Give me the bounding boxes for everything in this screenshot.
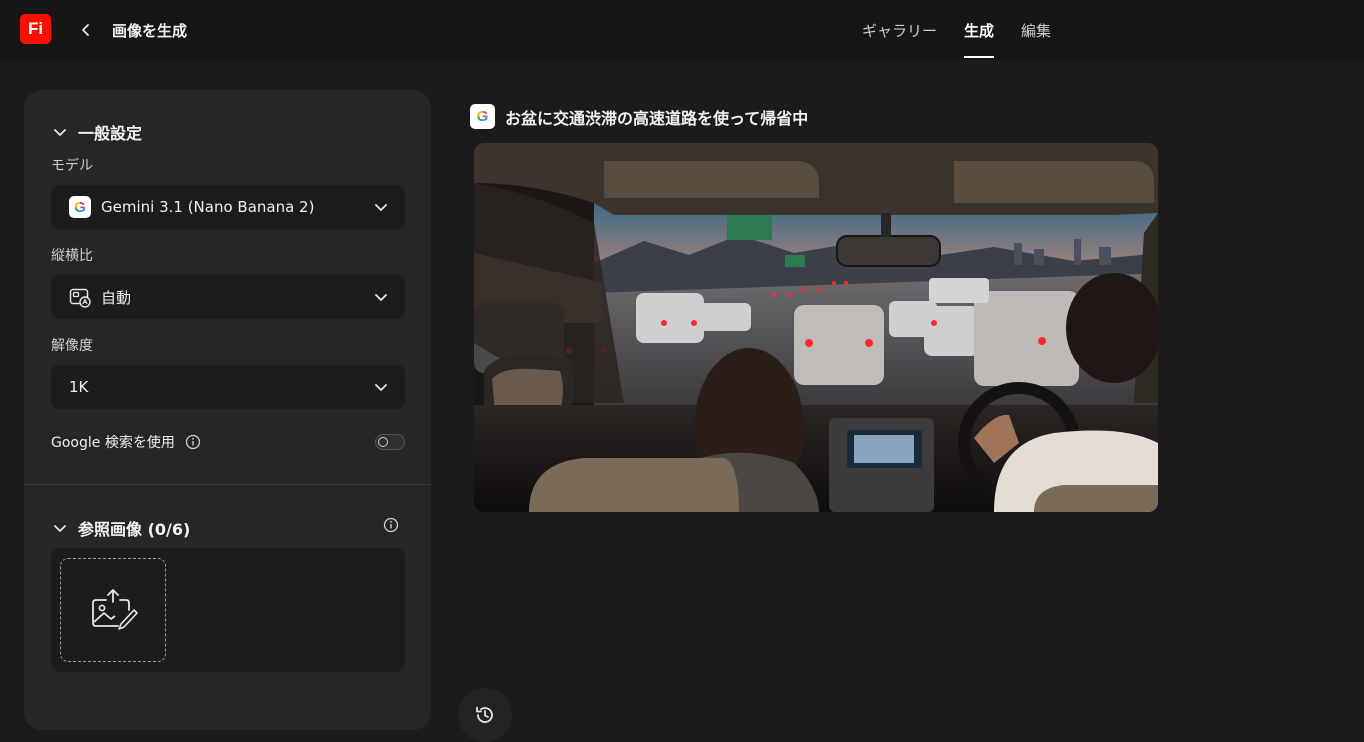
google-search-row: Google 検索を使用 <box>51 431 405 453</box>
settings-panel: 一般設定 モデル G Gemini 3.1 (Nano Banana 2) 縦横… <box>24 90 431 730</box>
reference-image-area <box>51 548 405 672</box>
aspect-auto-icon <box>69 288 91 308</box>
top-bar: Fi 画像を生成 ギャラリー 生成 編集 <box>0 0 1364 60</box>
model-select[interactable]: G Gemini 3.1 (Nano Banana 2) <box>51 185 405 229</box>
model-label: モデル <box>51 158 93 174</box>
general-settings-header[interactable]: 一般設定 <box>52 120 142 144</box>
info-icon[interactable] <box>185 434 201 450</box>
aspect-ratio-select[interactable]: 自動 <box>51 275 405 319</box>
back-button[interactable] <box>72 16 100 44</box>
google-search-label: Google 検索を使用 <box>51 435 175 451</box>
chevron-left-icon <box>82 24 89 36</box>
google-search-toggle[interactable] <box>375 434 405 450</box>
tab-gallery[interactable]: ギャラリー <box>862 0 937 60</box>
app-logo-text: Fi <box>27 19 44 38</box>
resolution-value: 1K <box>69 378 89 396</box>
generated-image-illustration <box>474 143 1158 512</box>
reference-images-title: 参照画像 (0/6) <box>78 520 191 539</box>
page-title: 画像を生成 <box>112 22 188 40</box>
result-header: G お盆に交通渋滞の高速道路を使って帰省中 <box>470 104 808 129</box>
prompt-text: お盆に交通渋滞の高速道路を使って帰省中 <box>505 108 809 128</box>
nav-tabs: ギャラリー 生成 編集 <box>862 0 1078 60</box>
chevron-down-icon <box>54 129 66 136</box>
aspect-ratio-value: 自動 <box>101 288 132 307</box>
reference-images-header[interactable]: 参照画像 (0/6) <box>52 516 190 540</box>
chevron-down-icon <box>375 204 387 211</box>
resolution-label: 解像度 <box>51 338 93 354</box>
general-settings-title: 一般設定 <box>78 124 143 143</box>
history-icon <box>476 706 493 723</box>
resolution-select[interactable]: 1K <box>51 365 405 409</box>
tab-generate[interactable]: 生成 <box>964 0 995 60</box>
google-g-icon: G <box>470 104 495 129</box>
image-upload-icon <box>92 589 138 630</box>
chevron-down-icon <box>375 384 387 391</box>
toggle-knob <box>378 437 388 447</box>
model-value: Gemini 3.1 (Nano Banana 2) <box>101 198 315 216</box>
app-logo[interactable]: Fi <box>20 14 51 44</box>
section-divider <box>24 484 431 485</box>
reference-upload-button[interactable] <box>60 558 166 662</box>
chevron-down-icon <box>54 525 66 532</box>
google-g-icon: G <box>69 196 91 218</box>
tab-edit[interactable]: 編集 <box>1021 0 1051 60</box>
aspect-ratio-label: 縦横比 <box>51 248 93 264</box>
info-icon[interactable] <box>383 517 399 533</box>
history-button[interactable] <box>458 688 512 742</box>
chevron-down-icon <box>375 294 387 301</box>
generated-image[interactable] <box>474 143 1158 512</box>
